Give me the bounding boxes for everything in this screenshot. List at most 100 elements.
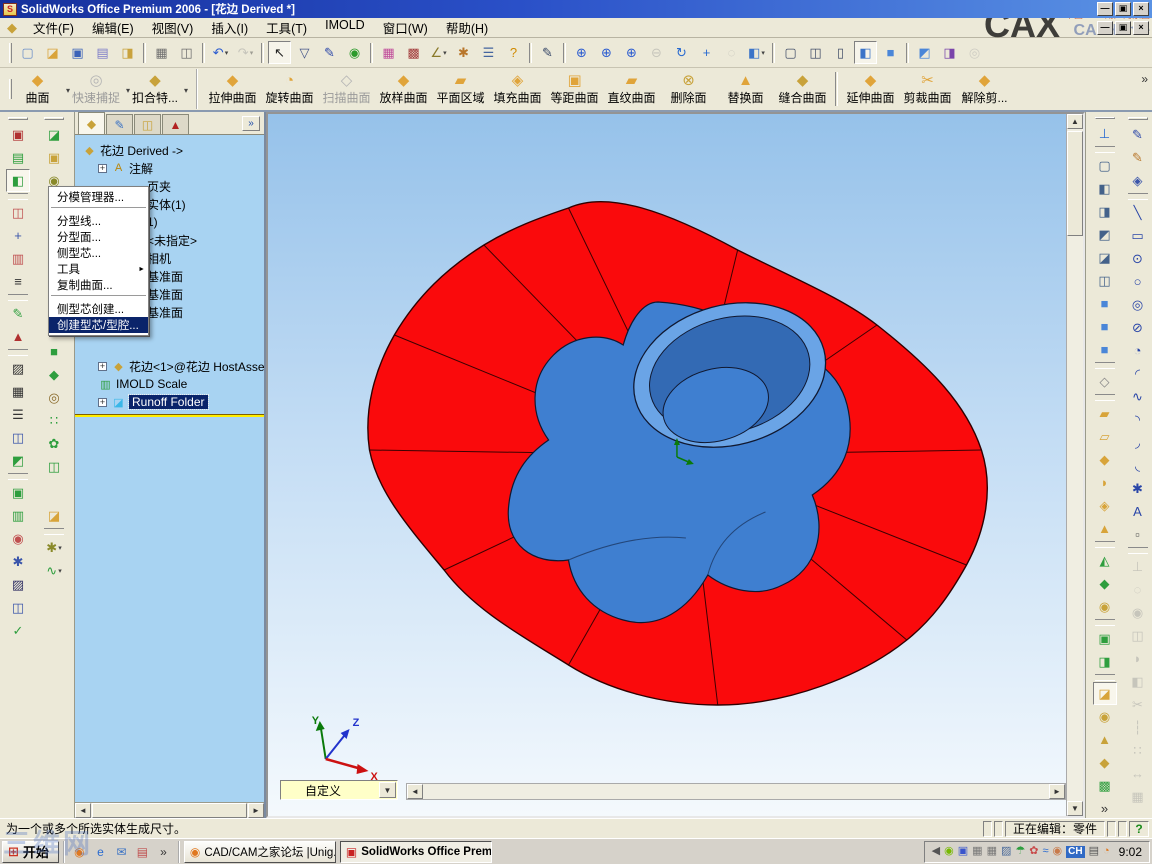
perimeter-circle-icon[interactable]: ◎ [1126,293,1150,316]
parting-surface-icon[interactable]: ▲ [1093,728,1117,751]
smart-dimension-icon[interactable]: ✎ [536,41,559,64]
rebuild-icon[interactable]: ◉ [343,41,366,64]
doc-minimize-button[interactable]: — [1097,21,1113,35]
menu-tools[interactable]: 工具(T) [257,17,316,38]
replace-face-icon[interactable]: ▲ [1093,517,1117,540]
parabola-icon[interactable]: ◜ [1126,362,1150,385]
graphics-viewport[interactable]: Y Z X 自定义 ▼ ◄ ► ▲ ▼ [266,112,1085,818]
runner-pair-icon[interactable]: ◫ [42,455,66,478]
viewport-horizontal-scrollbar[interactable]: ◄ ► [406,783,1066,800]
menu-help[interactable]: 帮助(H) [437,17,497,38]
perspective-view-icon[interactable]: ◇ [1093,370,1117,393]
lofted-surface-button[interactable]: ◆ 放样曲面 [375,69,432,109]
trimetric-view-icon[interactable]: ■ [1093,315,1117,338]
toolbar-grip[interactable] [9,42,12,63]
spline-icon[interactable]: ∿ [1126,385,1150,408]
options-icon[interactable]: ☰ [477,41,500,64]
toolbar-grip[interactable] [9,79,12,99]
feed-system-icon[interactable]: ◫ [6,201,30,224]
quicklaunch-chevron[interactable]: » [154,845,173,859]
centerpoint-arc-icon[interactable]: ◝ [1126,408,1150,431]
audio-3d-icon[interactable]: ▣ [958,846,968,857]
point-icon[interactable]: ✱ [1126,477,1150,500]
mold-insert-icon[interactable]: ◪ [42,504,66,527]
wireframe-icon[interactable]: ▢ [779,41,802,64]
extend-surface-button[interactable]: ◆ 延伸曲面 [842,69,899,109]
ejector-system-icon[interactable]: ≡ [6,270,30,293]
cavity-block-icon[interactable]: ◆ [42,363,66,386]
partial-ellipse-icon[interactable]: ◔ [1126,339,1150,362]
circle-icon[interactable]: ○ [1126,270,1150,293]
model-3d-view[interactable]: Y Z X [268,114,1066,816]
flag-tool-icon[interactable]: ◩ [6,449,30,472]
print-icon[interactable]: ▦ [150,41,173,64]
menu-window[interactable]: 窗口(W) [374,17,437,38]
close-button[interactable]: × [1133,2,1149,16]
new-document-icon[interactable]: ▢ [16,41,39,64]
tangent-arc-icon[interactable]: ◞ [1126,431,1150,454]
hidden-lines-visible-icon[interactable]: ◫ [804,41,827,64]
normal-to-icon[interactable]: ⊥ [1093,122,1117,145]
left-view-icon[interactable]: ◨ [1093,200,1117,223]
freeform-tool-icon[interactable]: ∿ [42,559,66,582]
rollback-bar[interactable] [75,414,264,417]
clover-pattern-icon[interactable]: ✿ [42,432,66,455]
locating-pin-icon[interactable]: ◉ [6,527,30,550]
messenger-icon[interactable]: ◉ [1053,846,1063,857]
tree-root-part[interactable]: ◆ 花边 Derived -> [75,141,264,159]
top-view-icon[interactable]: ◪ [1093,246,1117,269]
scale-tool-icon[interactable]: ◨ [1093,650,1117,673]
bom-tool-icon[interactable]: ◫ [6,596,30,619]
flatten-surface-icon[interactable]: ◈ [1093,494,1117,517]
insert-tool-icon[interactable]: ▲ [6,325,30,348]
tree-host-assembly[interactable]: ◆ 花边<1>@花边 HostAssembl [75,357,264,375]
trim-surface-button[interactable]: ✂ 剪裁曲面 [899,69,956,109]
modify-sketch-icon[interactable]: ◈ [1126,169,1150,192]
surfaces-group-button[interactable]: ◆ 曲面 [15,69,72,109]
delete-face-button[interactable]: ⊗ 删除面 [660,69,717,109]
select-icon[interactable]: ↖ [268,41,291,64]
toolbar-grip[interactable] [1094,117,1115,119]
scroll-left-arrow[interactable]: ◄ [407,784,423,799]
cavity-tool-icon[interactable]: ▣ [1093,627,1117,650]
view-preset-dropdown[interactable]: 自定义 ▼ [280,780,398,800]
minimize-button[interactable]: — [1097,2,1113,16]
dropdown-arrow-icon[interactable]: ▼ [379,782,396,798]
scroll-left-arrow[interactable]: ◄ [75,803,91,818]
parting-manager-icon[interactable]: ◧ [6,169,30,192]
quicklaunch-ie-icon[interactable]: e [91,845,110,859]
make-assembly-icon[interactable]: ◨ [116,41,139,64]
task-forum-window[interactable]: ◉ CAD/CAM之家论坛 |Unig... [183,840,336,863]
select-region-icon[interactable]: ▫ [1126,523,1150,546]
antivirus-icon[interactable]: ✿ [1029,846,1038,857]
imold-tab[interactable]: ▲ [162,114,189,134]
pattern-tool-icon[interactable]: ▨ [6,357,30,380]
toolbar-grip[interactable] [44,117,64,120]
menu-edit[interactable]: 编辑(E) [83,17,143,38]
network2-icon[interactable]: ▦ [987,846,997,857]
spark-tool-icon[interactable]: ✱ [42,536,66,559]
sketch-icon[interactable]: ✎ [1126,123,1150,146]
insert-core-icon[interactable]: ▣ [42,146,66,169]
shaded-with-edges-icon[interactable]: ◧ [854,41,877,64]
shut-off-surface-icon[interactable]: ◉ [1093,705,1117,728]
planar-surface-icon[interactable]: ▰ [1093,402,1117,425]
expand-toggle[interactable] [98,397,107,407]
security-shield-icon[interactable]: ▨ [1001,846,1011,857]
3-point-arc-icon[interactable]: ◟ [1126,454,1150,477]
text-icon[interactable]: A [1126,500,1150,523]
front-view-icon[interactable]: ▢ [1093,154,1117,177]
display-driver-icon[interactable]: ◉ [944,846,954,857]
dimetric-view-icon[interactable]: ■ [1093,338,1117,361]
electrode-icon[interactable]: ◎ [42,386,66,409]
trim-steel-icon[interactable]: ☰ [6,403,30,426]
parting-line-analysis-icon[interactable]: ◉ [1093,595,1117,618]
radiate-surface-icon[interactable]: ◆ [1093,448,1117,471]
3d-sketch-icon[interactable]: ✎ [1126,146,1150,169]
scroll-up-arrow[interactable]: ▲ [1067,114,1083,129]
menu-file[interactable]: 文件(F) [24,17,83,38]
tooling-split-icon[interactable]: ◆ [1093,751,1117,774]
menu-view[interactable]: 视图(V) [143,17,203,38]
filled-surface-button[interactable]: ◈ 填充曲面 [489,69,546,109]
menu-parting-surface[interactable]: 分型面... [49,229,148,245]
